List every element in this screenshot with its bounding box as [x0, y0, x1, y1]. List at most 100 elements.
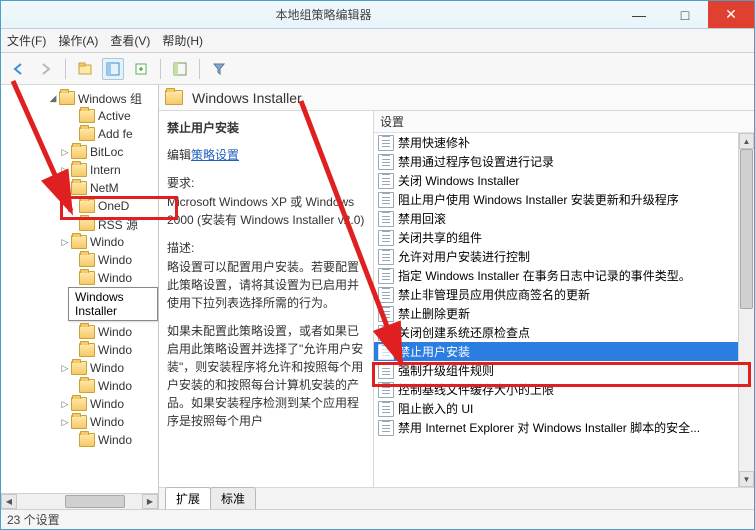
- content-pane: Windows Installer 禁止用户安装 编辑策略设置 要求: Micr…: [159, 85, 754, 509]
- tree-caret-icon[interactable]: ▷: [59, 417, 71, 428]
- tree-item[interactable]: ▷Windo: [1, 395, 158, 413]
- edit-policy-link[interactable]: 策略设置: [191, 148, 239, 162]
- tree-caret-icon[interactable]: ▷: [59, 183, 71, 194]
- scroll-thumb[interactable]: [65, 495, 125, 508]
- status-text: 23 个设置: [7, 511, 60, 528]
- tree-pane: ◢Windows 组 Active Add fe ▷ BitLoc ▷ Intern ▷Net…: [1, 85, 159, 509]
- tree-item-label: Add fe: [98, 127, 133, 141]
- settings-item[interactable]: 关闭创建系统还原检查点: [374, 323, 738, 342]
- forward-button[interactable]: [35, 58, 57, 80]
- scroll-up-button[interactable]: ▲: [739, 133, 754, 149]
- tree-item[interactable]: Windo: [1, 323, 158, 341]
- edit-prefix: 编辑: [167, 148, 191, 162]
- tree-item-label: RSS 源: [98, 216, 138, 233]
- details-pane: 禁止用户安装 编辑策略设置 要求: Microsoft Windows XP 或…: [159, 111, 373, 487]
- tree-item-label: Intern: [90, 163, 121, 177]
- tree-item-label: Windo: [98, 325, 132, 339]
- tree-item-label: Active: [98, 109, 131, 123]
- tree-item[interactable]: Windo: [1, 431, 158, 449]
- window-title: 本地组策略编辑器: [31, 6, 616, 23]
- tree-caret-icon[interactable]: ▷: [59, 363, 71, 374]
- close-button[interactable]: ✕: [708, 1, 754, 28]
- settings-item-label: 关闭 Windows Installer: [398, 172, 519, 189]
- tree-item-label: Windo: [98, 379, 132, 393]
- tree-item[interactable]: ▷Windo: [1, 413, 158, 431]
- settings-item[interactable]: 指定 Windows Installer 在事务日志中记录的事件类型。: [374, 266, 738, 285]
- settings-item[interactable]: 禁止用户安装: [374, 342, 738, 361]
- minimize-button[interactable]: —: [616, 1, 662, 28]
- settings-item[interactable]: 禁用回滚: [374, 209, 738, 228]
- scroll-down-button[interactable]: ▼: [739, 471, 754, 487]
- export-button[interactable]: [130, 58, 152, 80]
- tree-item-label: BitLoc: [90, 145, 123, 159]
- settings-item[interactable]: 禁用 Internet Explorer 对 Windows Installer…: [374, 418, 738, 437]
- tree-item[interactable]: ◢Windows 组: [1, 89, 158, 107]
- settings-item[interactable]: 禁止删除更新: [374, 304, 738, 323]
- settings-list[interactable]: 禁用快速修补禁用通过程序包设置进行记录关闭 Windows Installer阻…: [374, 133, 738, 487]
- tree-item[interactable]: Windo: [1, 341, 158, 359]
- requirements-label: 要求:: [167, 174, 365, 191]
- menu-help[interactable]: 帮助(H): [162, 32, 203, 49]
- settings-item[interactable]: 关闭共享的组件: [374, 228, 738, 247]
- settings-item[interactable]: 禁用快速修补: [374, 133, 738, 152]
- tree-caret-icon[interactable]: ▷: [59, 399, 71, 410]
- up-button[interactable]: [74, 58, 96, 80]
- scroll-right-button[interactable]: ▶: [142, 494, 158, 509]
- settings-item-label: 禁止用户安装: [398, 343, 470, 360]
- tree-item[interactable]: ▷NetM: [1, 179, 158, 197]
- menu-action[interactable]: 操作(A): [58, 32, 98, 49]
- settings-item[interactable]: 阻止嵌入的 UI: [374, 399, 738, 418]
- scroll-left-button[interactable]: ◀: [1, 494, 17, 509]
- tree-item[interactable]: ▷ Intern: [1, 161, 158, 179]
- tree-item[interactable]: Active: [1, 107, 158, 125]
- tree-caret-icon[interactable]: ▷: [59, 165, 71, 176]
- description-label: 描述:: [167, 239, 365, 256]
- settings-item[interactable]: 允许对用户安装进行控制: [374, 247, 738, 266]
- tree-caret-icon[interactable]: ▷: [59, 237, 71, 248]
- settings-item[interactable]: 禁止非管理员应用供应商签名的更新: [374, 285, 738, 304]
- tree-item[interactable]: ▷Windo: [1, 359, 158, 377]
- policy-icon: [378, 344, 394, 360]
- policy-icon: [378, 249, 394, 265]
- settings-header[interactable]: 设置: [374, 111, 754, 133]
- policy-icon: [378, 306, 394, 322]
- tab-extended[interactable]: 扩展: [165, 487, 211, 509]
- filter-button[interactable]: [208, 58, 230, 80]
- settings-vertical-scrollbar[interactable]: ▲ ▼: [738, 133, 754, 487]
- show-hide-tree-button[interactable]: [102, 58, 124, 80]
- back-button[interactable]: [7, 58, 29, 80]
- menu-file[interactable]: 文件(F): [7, 32, 46, 49]
- folder-icon: [79, 253, 95, 267]
- tree-item[interactable]: OneD: [1, 197, 158, 215]
- tree-caret-icon[interactable]: ◢: [47, 93, 59, 104]
- tree-item-label: Windo: [98, 433, 132, 447]
- tree-item[interactable]: RSS 源: [1, 215, 158, 233]
- policy-icon: [378, 211, 394, 227]
- folder-icon: [59, 91, 75, 105]
- tab-standard[interactable]: 标准: [210, 487, 256, 509]
- settings-item[interactable]: 阻止用户使用 Windows Installer 安装更新和升级程序: [374, 190, 738, 209]
- tree-item[interactable]: Windo: [1, 377, 158, 395]
- settings-item[interactable]: 禁用通过程序包设置进行记录: [374, 152, 738, 171]
- tree-item[interactable]: ▷Windo: [1, 233, 158, 251]
- folder-icon: [71, 145, 87, 159]
- settings-item[interactable]: 强制升级组件规则: [374, 361, 738, 380]
- settings-item-label: 指定 Windows Installer 在事务日志中记录的事件类型。: [398, 267, 691, 284]
- menu-view[interactable]: 查看(V): [110, 32, 150, 49]
- tree-item[interactable]: Windo: [1, 269, 158, 287]
- tree-item[interactable]: ▷ BitLoc: [1, 143, 158, 161]
- folder-icon: [79, 325, 95, 339]
- tree-horizontal-scrollbar[interactable]: ◀ ▶: [1, 493, 158, 509]
- refresh-button[interactable]: [169, 58, 191, 80]
- titlebar: 本地组策略编辑器 — □ ✕: [1, 1, 754, 29]
- tree-caret-icon[interactable]: ▷: [59, 147, 71, 158]
- scroll-thumb-vertical[interactable]: [740, 149, 753, 309]
- settings-item[interactable]: 控制基线文件缓存大小的上限: [374, 380, 738, 399]
- maximize-button[interactable]: □: [662, 1, 708, 28]
- tree-item[interactable]: Windo: [1, 251, 158, 269]
- content-title: Windows Installer: [192, 90, 302, 106]
- settings-item-label: 禁止非管理员应用供应商签名的更新: [398, 286, 590, 303]
- settings-pane: 设置 禁用快速修补禁用通过程序包设置进行记录关闭 Windows Install…: [373, 111, 754, 487]
- settings-item[interactable]: 关闭 Windows Installer: [374, 171, 738, 190]
- tree-item[interactable]: Add fe: [1, 125, 158, 143]
